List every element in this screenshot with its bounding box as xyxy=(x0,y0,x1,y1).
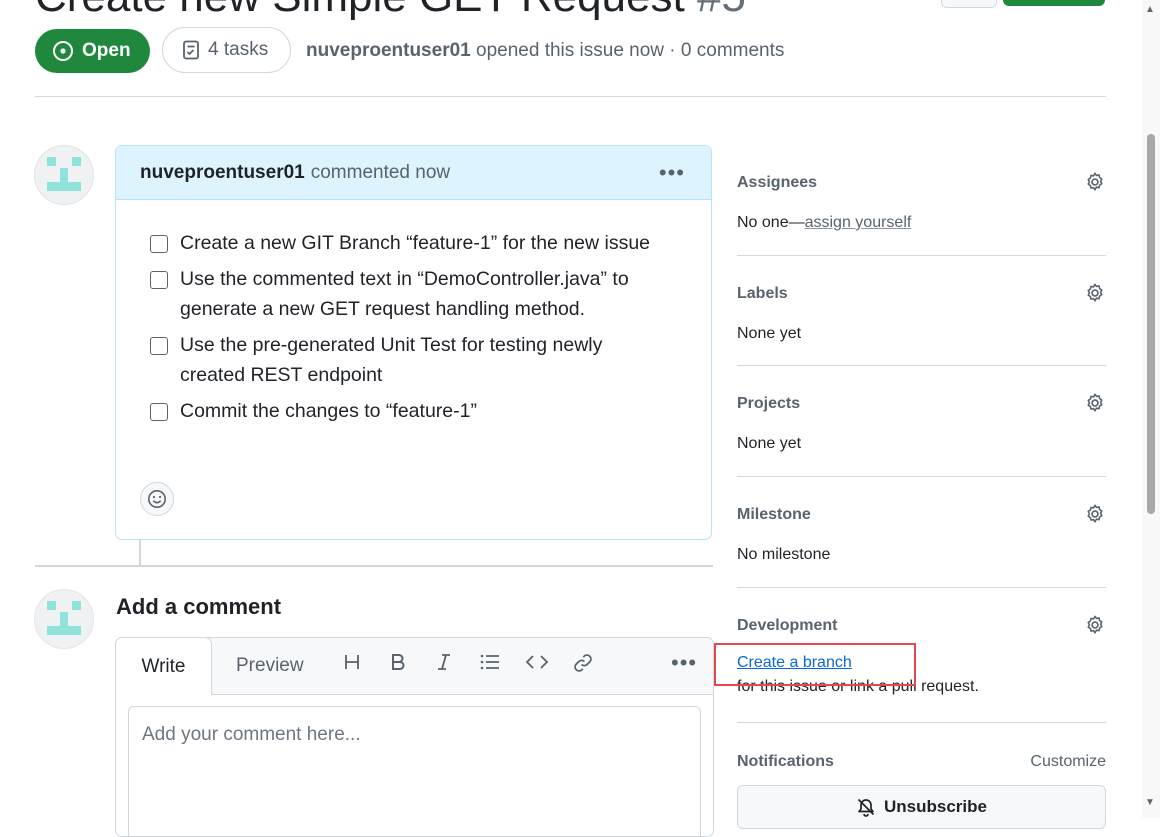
more-options-icon[interactable]: ••• xyxy=(671,650,697,676)
task-item: Use the pre-generated Unit Test for test… xyxy=(150,330,670,390)
add-comment-heading: Add a comment xyxy=(116,594,282,619)
timeline-line xyxy=(139,540,141,566)
issue-number: #5 xyxy=(697,0,746,21)
link-icon[interactable] xyxy=(572,652,594,680)
list-icon[interactable] xyxy=(479,652,501,678)
gear-icon[interactable] xyxy=(1084,171,1106,193)
assign-yourself-link[interactable]: assign yourself xyxy=(805,214,912,231)
identicon-icon xyxy=(47,157,81,191)
milestone-heading: Milestone xyxy=(737,506,811,523)
heading-icon[interactable] xyxy=(342,652,362,678)
add-reaction-button[interactable] xyxy=(140,482,174,516)
code-icon[interactable] xyxy=(525,652,549,678)
divider xyxy=(737,365,1106,366)
checklist-icon xyxy=(183,40,199,60)
issue-title: Create new Simple GET Request #5 xyxy=(35,0,746,22)
comment-editor: Write Preview ••• Add your comment here.… xyxy=(115,637,714,837)
task-list: Create a new GIT Branch “feature-1” for … xyxy=(150,228,670,432)
issue-opened-text: opened this issue now · 0 comments xyxy=(476,40,785,61)
divider xyxy=(737,587,1106,588)
unsubscribe-button[interactable]: Unsubscribe xyxy=(737,785,1106,829)
tab-write[interactable]: Write xyxy=(116,638,212,695)
issue-open-icon xyxy=(53,41,73,61)
sidebar-projects: Projects None yet xyxy=(737,392,1106,453)
smiley-icon xyxy=(148,490,166,508)
task-item: Use the commented text in “DemoControlle… xyxy=(150,264,670,324)
task-checkbox[interactable] xyxy=(150,271,168,289)
sidebar-assignees: Assignees No one—assign yourself xyxy=(737,171,1106,232)
italic-icon[interactable] xyxy=(434,652,454,678)
comment-author-link[interactable]: nuveproentuser01 xyxy=(140,162,305,184)
issue-comment: nuveproentuser01 commented now ••• Creat… xyxy=(115,145,712,540)
assignees-heading: Assignees xyxy=(737,174,818,191)
gear-icon[interactable] xyxy=(1084,282,1106,304)
gear-icon[interactable] xyxy=(1084,503,1106,525)
assignees-value: No one—assign yourself xyxy=(737,214,1106,232)
bell-slash-icon xyxy=(857,798,875,817)
issue-state-badge: Open xyxy=(35,29,150,73)
sidebar-milestone: Milestone No milestone xyxy=(737,503,1106,564)
issue-meta: nuveproentuser01 opened this issue now ·… xyxy=(306,40,784,62)
bold-icon[interactable] xyxy=(388,652,408,678)
edit-button[interactable] xyxy=(941,0,997,8)
projects-value: None yet xyxy=(737,435,802,452)
task-text: Use the commented text in “DemoControlle… xyxy=(180,268,629,320)
tab-preview[interactable]: Preview xyxy=(236,655,304,677)
divider xyxy=(35,565,713,567)
comment-textarea[interactable]: Add your comment here... xyxy=(128,706,701,836)
task-item: Commit the changes to “feature-1” xyxy=(150,396,670,426)
comment-options-icon[interactable]: ••• xyxy=(659,160,685,186)
divider xyxy=(737,476,1106,477)
scroll-down-icon[interactable]: ▼ xyxy=(1145,797,1155,808)
task-checkbox[interactable] xyxy=(150,337,168,355)
gear-icon[interactable] xyxy=(1084,614,1106,636)
scrollbar-thumb[interactable] xyxy=(1147,134,1155,514)
tasks-progress-button[interactable]: 4 tasks xyxy=(162,27,292,73)
projects-heading: Projects xyxy=(737,395,801,412)
sidebar-notifications: Notifications Customize xyxy=(737,753,1106,771)
task-item: Create a new GIT Branch “feature-1” for … xyxy=(150,228,670,258)
task-text: Create a new GIT Branch “feature-1” for … xyxy=(180,232,651,254)
comment-header: nuveproentuser01 commented now xyxy=(116,146,711,200)
tasks-label: 4 tasks xyxy=(208,39,269,60)
divider xyxy=(35,96,1106,97)
highlight-box xyxy=(714,643,916,686)
issue-author-link[interactable]: nuveproentuser01 xyxy=(306,40,471,61)
divider xyxy=(737,255,1106,256)
identicon-icon xyxy=(47,601,81,635)
divider xyxy=(737,722,1106,723)
development-heading: Development xyxy=(737,617,838,634)
gear-icon[interactable] xyxy=(1084,392,1106,414)
task-checkbox[interactable] xyxy=(150,403,168,421)
unsubscribe-label: Unsubscribe xyxy=(884,797,987,816)
avatar[interactable] xyxy=(34,589,94,649)
task-text: Commit the changes to “feature-1” xyxy=(180,400,477,422)
scroll-up-icon[interactable]: ▲ xyxy=(1145,4,1155,15)
new-issue-button[interactable] xyxy=(1003,0,1105,6)
task-checkbox[interactable] xyxy=(150,235,168,253)
sidebar-labels: Labels None yet xyxy=(737,282,1106,343)
issue-title-text: Create new Simple GET Request xyxy=(35,0,685,21)
labels-heading: Labels xyxy=(737,285,788,302)
milestone-value: No milestone xyxy=(737,546,831,563)
avatar[interactable] xyxy=(34,145,94,205)
editor-toolbar: Write Preview ••• xyxy=(116,638,713,695)
comment-time: commented now xyxy=(310,161,451,183)
labels-value: None yet xyxy=(737,325,802,342)
task-text: Use the pre-generated Unit Test for test… xyxy=(180,334,603,386)
issue-state-label: Open xyxy=(82,40,131,61)
customize-link[interactable]: Customize xyxy=(1030,753,1106,771)
assignees-prefix: No one— xyxy=(737,214,805,231)
